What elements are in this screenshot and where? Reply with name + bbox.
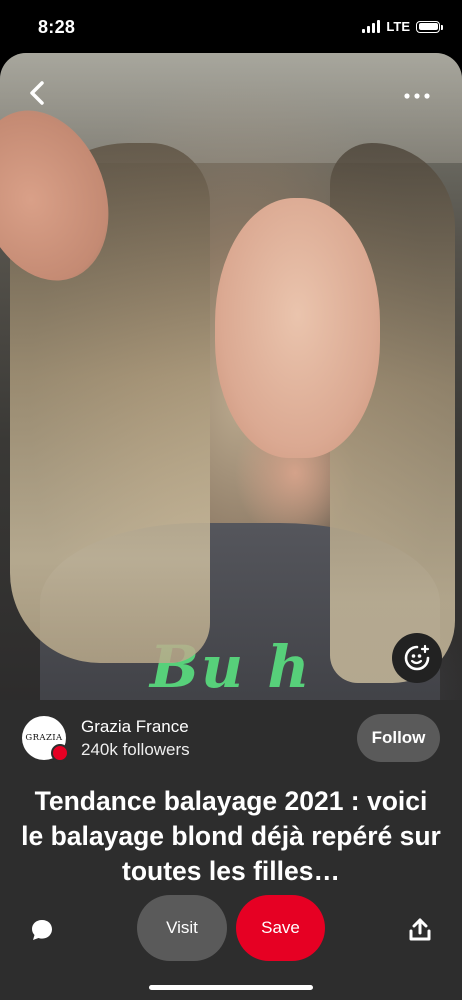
pin-image[interactable]: Bu h [0,53,462,700]
status-bar: 8:28 LTE [0,0,462,52]
follow-button[interactable]: Follow [357,714,440,762]
follower-count: 240k followers [81,740,190,759]
status-indicators: LTE [362,19,443,34]
back-button[interactable] [22,78,52,108]
action-bar: Visit Save [0,895,462,963]
avatar-logo-text: GRAZIA [25,733,63,743]
comment-button[interactable] [29,917,55,943]
visual-search-button[interactable] [392,633,442,683]
home-indicator[interactable] [149,985,313,990]
network-label: LTE [386,19,410,34]
share-button[interactable] [405,915,435,945]
status-time: 8:28 [38,17,76,37]
ellipsis-icon [404,93,430,99]
creator-avatar[interactable]: GRAZIA [22,716,69,762]
verified-badge-icon [51,744,69,762]
share-upload-icon [409,918,431,941]
battery-icon [416,20,443,33]
more-options-button[interactable] [398,84,436,108]
visual-search-icon [404,644,430,671]
chevron-left-icon [30,81,44,105]
save-button[interactable]: Save [236,895,325,961]
visit-button[interactable]: Visit [137,895,227,961]
face [215,198,380,458]
signal-icon [362,20,381,33]
speech-bubble-icon [32,920,52,940]
creator-name[interactable]: Grazia France [81,717,189,737]
pin-title: Tendance balayage 2021 : voici le balaya… [21,786,441,886]
